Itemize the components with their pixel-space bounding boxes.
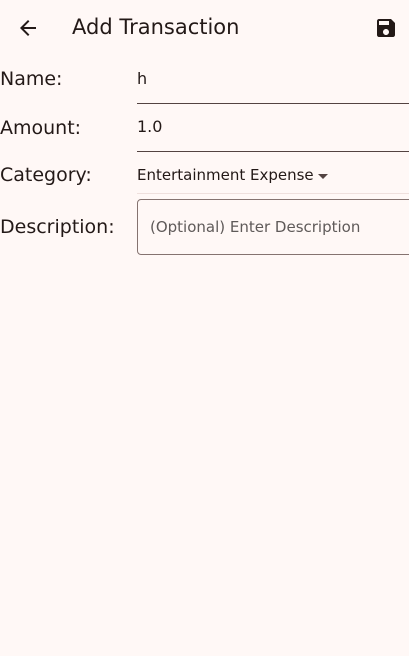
amount-field[interactable]: 1.0 [137,104,409,152]
description-field[interactable]: (Optional) Enter Description [137,199,409,255]
name-field[interactable]: h [137,56,409,104]
dropdown-caret-icon [318,174,328,179]
amount-label: Amount: [0,117,82,139]
arrow-left-icon [20,20,36,36]
floppy-disk-icon [377,19,395,37]
category-dropdown[interactable]: Entertainment Expense [137,160,409,194]
category-value: Entertainment Expense [137,166,314,184]
description-label: Description: [0,216,115,238]
category-label: Category: [0,164,92,186]
page-title: Add Transaction [72,15,240,39]
name-value: h [137,69,148,88]
save-button[interactable] [370,12,402,44]
app-bar: Add Transaction [0,0,409,56]
description-placeholder: (Optional) Enter Description [150,218,361,236]
name-label: Name: [0,68,63,90]
amount-value: 1.0 [137,117,163,136]
back-button[interactable] [12,12,44,44]
